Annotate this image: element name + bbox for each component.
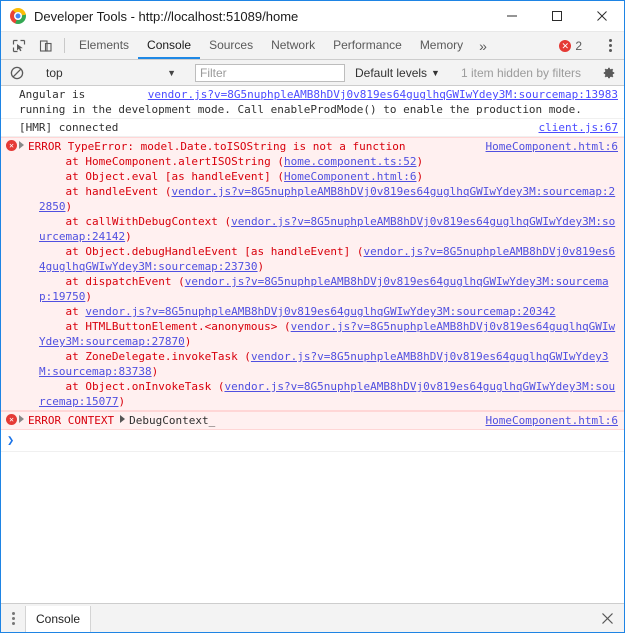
toolbar-divider (64, 38, 65, 53)
stack-suffix: ) (257, 260, 265, 273)
more-tabs-icon[interactable]: » (472, 32, 494, 59)
close-icon[interactable] (590, 604, 624, 632)
stack-prefix: at Object.eval [as handleEvent] ( (39, 170, 285, 183)
console-message-angular: vendor.js?v=8G5nuphpleAMB8hDVj0v819es64g… (1, 86, 624, 119)
drawer-tab-console[interactable]: Console (25, 606, 92, 632)
stack-suffix: ) (416, 170, 424, 183)
tab-network[interactable]: Network (262, 32, 324, 59)
source-link[interactable]: client.js:67 (539, 120, 618, 135)
stack-line: at vendor.js?v=8G5nuphpleAMB8hDVj0v819es… (19, 304, 618, 319)
tab-performance[interactable]: Performance (324, 32, 411, 59)
chevron-down-icon: ▼ (167, 67, 176, 78)
error-stack: at HomeComponent.alertISOString (home.co… (19, 154, 618, 409)
tab-memory[interactable]: Memory (411, 32, 472, 59)
console-error-context: ✕ HomeComponent.html:6 ERROR CONTEXT Debu… (1, 411, 624, 430)
hidden-items-note: 1 item hidden by filters (460, 65, 581, 80)
error-context-label: ERROR CONTEXT (28, 414, 115, 427)
inspect-element-icon[interactable] (5, 32, 32, 59)
stack-link[interactable]: home.component.ts:52 (284, 155, 416, 168)
stack-prefix: at HomeComponent.alertISOString ( (39, 155, 285, 168)
stack-suffix: ) (151, 365, 159, 378)
tab-sources[interactable]: Sources (200, 32, 262, 59)
error-badge-icon: ✕ (559, 39, 572, 52)
stack-line: at HTMLButtonElement.<anonymous> (vendor… (19, 319, 618, 349)
disclosure-triangle-icon[interactable] (19, 415, 24, 423)
stack-line: at Object.eval [as handleEvent] (HomeCom… (19, 169, 618, 184)
error-context-source-link[interactable]: HomeComponent.html:6 (486, 413, 618, 428)
filter-input[interactable]: Filter (195, 63, 345, 82)
clear-console-icon[interactable] (5, 66, 29, 80)
stack-suffix: ) (125, 230, 132, 243)
stack-line: at ZoneDelegate.invokeTask (vendor.js?v=… (19, 349, 618, 379)
gear-icon[interactable] (598, 66, 620, 80)
device-toolbar-icon[interactable] (32, 32, 59, 59)
console-drawer: Console (1, 603, 624, 632)
window-controls (489, 1, 624, 31)
source-link[interactable]: vendor.js?v=8G5nuphpleAMB8hDVj0v819es64g… (148, 87, 618, 102)
stack-suffix: ) (85, 290, 92, 303)
console-error-message: ✕ HomeComponent.html:6 ERROR TypeError: … (1, 137, 624, 411)
devtools-window: Developer Tools - http://localhost:51089… (0, 0, 625, 633)
console-prompt[interactable]: ❯ (1, 430, 624, 452)
debug-context-triangle-icon[interactable] (120, 415, 126, 423)
log-levels-label: Default levels (355, 65, 428, 80)
tabstrip-right-group: ✕ 2 (553, 32, 624, 59)
devtools-tab-strip: Elements Console Sources Network Perform… (1, 32, 624, 60)
stack-suffix: ) (184, 335, 192, 348)
chrome-logo-icon (10, 8, 26, 24)
stack-line: at Object.onInvokeTask (vendor.js?v=8G5n… (19, 379, 618, 409)
window-title: Developer Tools - http://localhost:51089… (34, 8, 299, 24)
stack-link[interactable]: HomeComponent.html:6 (284, 170, 416, 183)
chevron-down-icon: ▼ (431, 67, 440, 78)
console-message-body: vendor.js?v=8G5nuphpleAMB8hDVj0v819es64g… (1, 87, 624, 117)
tab-console[interactable]: Console (138, 32, 201, 59)
message-text-before: Angular is (19, 88, 92, 101)
stack-line: at Object.debugHandleEvent [as handleEve… (19, 244, 618, 274)
stack-prefix: at handleEvent ( (39, 185, 172, 198)
log-levels-select[interactable]: Default levels ▼ (355, 66, 440, 80)
console-output[interactable]: vendor.js?v=8G5nuphpleAMB8hDVj0v819es64g… (1, 86, 624, 603)
execution-context-select[interactable]: top ▼ (40, 66, 180, 80)
console-error-context-body: HomeComponent.html:6 ERROR CONTEXT DebugC… (1, 413, 624, 428)
close-button[interactable] (579, 1, 624, 31)
disclosure-triangle-icon[interactable] (19, 141, 24, 149)
error-context-value: DebugContext_ (129, 414, 216, 427)
error-source-link[interactable]: HomeComponent.html:6 (486, 139, 618, 154)
stack-prefix: at Object.onInvokeTask ( (39, 380, 225, 393)
prompt-chevron-icon: ❯ (7, 433, 15, 447)
drawer-menu-icon[interactable] (1, 604, 25, 632)
stack-line: at HomeComponent.alertISOString (home.co… (19, 154, 618, 169)
stack-suffix: ) (65, 200, 73, 213)
stack-prefix: at HTMLButtonElement.<anonymous> ( (39, 320, 291, 333)
more-options-icon[interactable] (599, 39, 621, 52)
title-bar: Developer Tools - http://localhost:51089… (1, 1, 624, 32)
message-text-after: running in the development mode. Call en… (19, 103, 582, 116)
stack-link[interactable]: vendor.js?v=8G5nuphpleAMB8hDVj0v819es64g… (85, 305, 555, 318)
console-message-hmr: client.js:67 [HMR] connected (1, 119, 624, 137)
stack-line: at dispatchEvent (vendor.js?v=8G5nuphple… (19, 274, 618, 304)
error-count-badge[interactable]: ✕ 2 (553, 39, 588, 53)
maximize-button[interactable] (534, 1, 579, 31)
console-error-body: HomeComponent.html:6 ERROR TypeError: mo… (1, 139, 624, 409)
stack-line: at callWithDebugContext (vendor.js?v=8G5… (19, 214, 618, 244)
message-text: [HMR] connected (19, 121, 119, 134)
console-message-body: client.js:67 [HMR] connected (1, 120, 624, 135)
stack-prefix: at Object.debugHandleEvent [as handleEve… (39, 245, 364, 258)
stack-line: at handleEvent (vendor.js?v=8G5nuphpleAM… (19, 184, 618, 214)
stack-prefix: at (39, 305, 86, 318)
minimize-button[interactable] (489, 1, 534, 31)
stack-prefix: at callWithDebugContext ( (39, 215, 232, 228)
stack-prefix: at ZoneDelegate.invokeTask ( (39, 350, 251, 363)
stack-prefix: at dispatchEvent ( (39, 275, 185, 288)
stack-suffix: ) (416, 155, 424, 168)
error-title: ERROR TypeError: model.Date.toISOString … (28, 140, 406, 153)
console-toolbar: top ▼ Filter Default levels ▼ 1 item hid… (1, 60, 624, 86)
stack-suffix: ) (118, 395, 126, 408)
tab-elements[interactable]: Elements (70, 32, 138, 59)
execution-context-value: top (46, 65, 63, 80)
error-count-label: 2 (575, 38, 582, 53)
filter-placeholder: Filter (200, 65, 227, 80)
